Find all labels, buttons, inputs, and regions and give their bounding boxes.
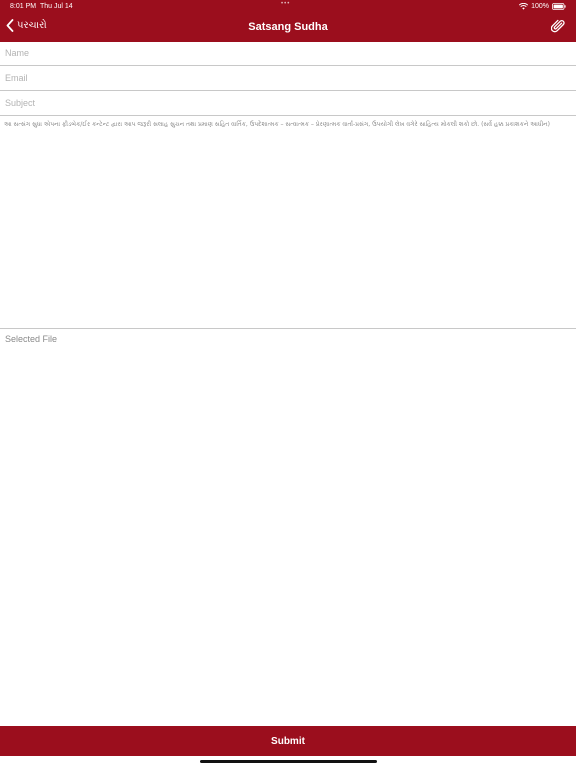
status-time: 8:01 PM Thu Jul 14	[10, 3, 73, 10]
email-input[interactable]	[5, 67, 565, 89]
name-field	[0, 42, 576, 66]
multitasking-dots[interactable]: •••	[281, 1, 290, 7]
status-date-text: Thu Jul 14	[39, 3, 73, 10]
page-title: Satsang Sudha	[248, 21, 328, 33]
message-textarea[interactable]	[4, 120, 570, 320]
nav-bar: પરચારો Satsang Sudha	[0, 13, 576, 42]
subject-input[interactable]	[5, 92, 565, 114]
attach-button[interactable]	[551, 18, 566, 34]
email-field	[0, 67, 576, 91]
status-time-text: 8:01 PM	[10, 3, 37, 10]
subject-field	[0, 92, 576, 116]
home-indicator[interactable]	[200, 760, 377, 763]
paperclip-icon	[551, 18, 566, 34]
name-input[interactable]	[5, 42, 565, 64]
status-bar: 8:01 PM Thu Jul 14 ••• 100%	[0, 0, 576, 13]
header: 8:01 PM Thu Jul 14 ••• 100% પરચારો Satsa…	[0, 0, 576, 42]
battery-icon	[552, 3, 566, 10]
message-field	[0, 116, 576, 329]
battery-percent: 100%	[531, 3, 549, 10]
selected-file-label: Selected File	[5, 334, 58, 344]
submit-button[interactable]: Submit	[0, 726, 576, 756]
wifi-icon	[519, 3, 529, 10]
status-right: 100%	[519, 3, 566, 10]
